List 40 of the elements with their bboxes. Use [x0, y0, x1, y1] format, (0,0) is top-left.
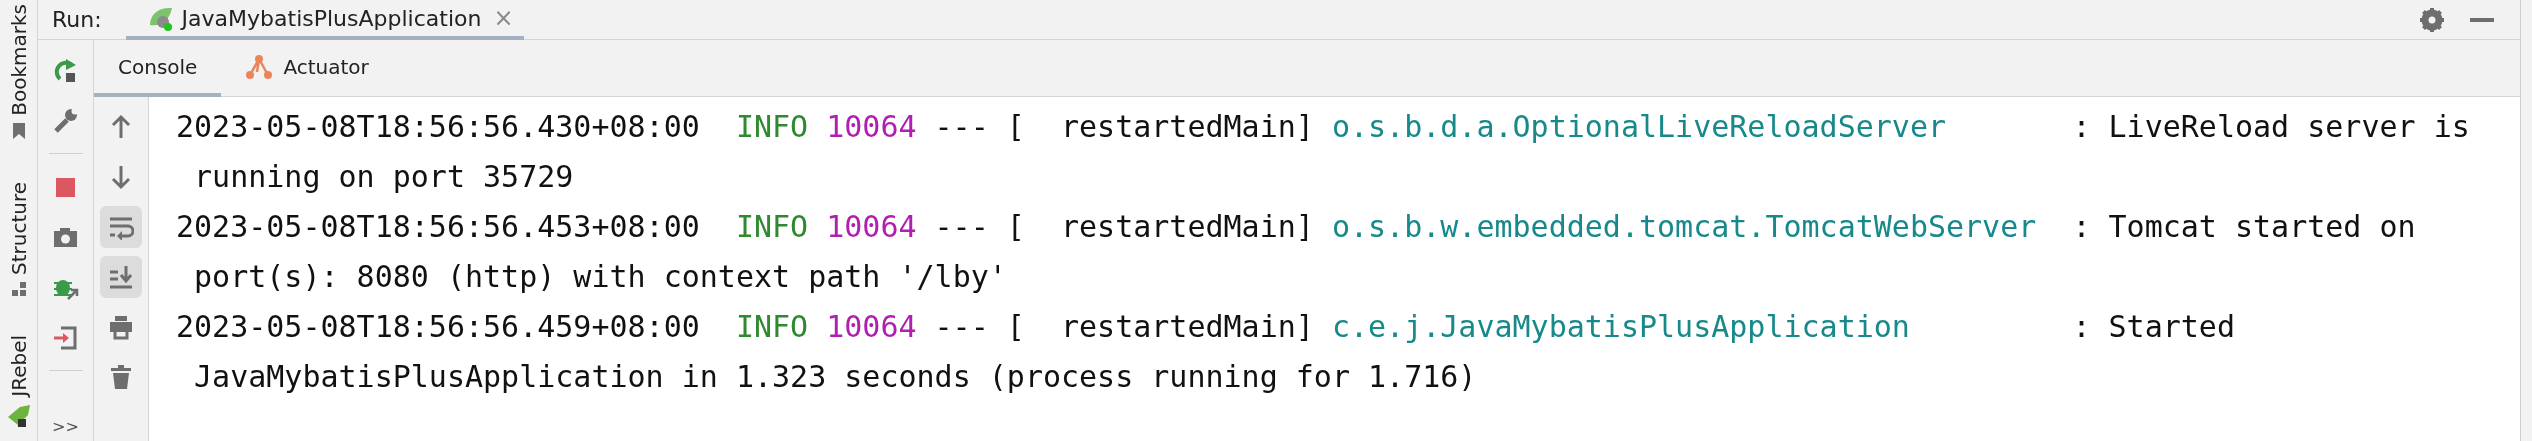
bookmark-icon: [11, 121, 26, 140]
thread-name: --- [ restartedMain]: [934, 108, 1314, 146]
scroll-to-end-icon: [108, 264, 134, 290]
wrench-icon[interactable]: [52, 106, 79, 134]
log-level: INFO: [735, 208, 809, 246]
thread-name: --- [ restartedMain]: [934, 208, 1314, 246]
log-message: : LiveReload server is: [2072, 108, 2470, 146]
log-message: JavaMybatisPlusApplication in 1.323 seconds (process running for 1.716): [194, 358, 1477, 396]
soft-wrap-button[interactable]: [100, 206, 142, 248]
thread-name: --- [ restartedMain]: [934, 308, 1314, 346]
log-timestamp: 2023-05-08T18:56:56.453+08:00: [176, 208, 700, 246]
log-timestamp: 2023-05-08T18:56:56.459+08:00: [176, 308, 700, 346]
run-label: Run:: [52, 7, 102, 32]
printer-icon: [108, 314, 134, 340]
process-id: 10064: [826, 208, 917, 246]
structure-icon: [10, 280, 27, 297]
log-timestamp: 2023-05-08T18:56:56.430+08:00: [176, 108, 700, 146]
logger-name: c.e.j.JavaMybatisPlusApplication: [1331, 309, 1910, 344]
run-tab[interactable]: JavaMybatisPlusApplication ×: [125, 0, 524, 40]
log-message: port(s): 8080 (http) with context path '/lby': [194, 258, 1007, 296]
log-level: INFO: [735, 108, 809, 146]
console-tab[interactable]: Actuator: [221, 40, 393, 97]
side-tab[interactable]: Bookmarks: [6, 4, 31, 140]
log-message: : Tomcat started on: [2072, 208, 2416, 246]
logger-name: o.s.b.d.a.OptionalLiveReloadServer: [1331, 109, 1946, 144]
log-message: running on port 35729: [194, 158, 574, 196]
side-tab[interactable]: JRebel: [5, 334, 32, 429]
leaf-icon: [147, 5, 174, 31]
nodes-icon: [245, 53, 274, 80]
trash-icon: [108, 364, 134, 390]
process-id: 10064: [826, 108, 917, 146]
more-button[interactable]: >>: [46, 416, 85, 437]
logger-name: o.s.b.w.embedded.tomcat.TomcatWebServer: [1331, 209, 2037, 244]
minimize-icon[interactable]: [2470, 16, 2494, 23]
log-message: : Started: [2072, 308, 2235, 346]
side-tab[interactable]: Structure: [6, 181, 31, 297]
scroll-to-end-button[interactable]: [100, 256, 142, 298]
log-level: INFO: [735, 308, 809, 346]
process-id: 10064: [826, 308, 917, 346]
settings-icon[interactable]: [2420, 7, 2444, 32]
